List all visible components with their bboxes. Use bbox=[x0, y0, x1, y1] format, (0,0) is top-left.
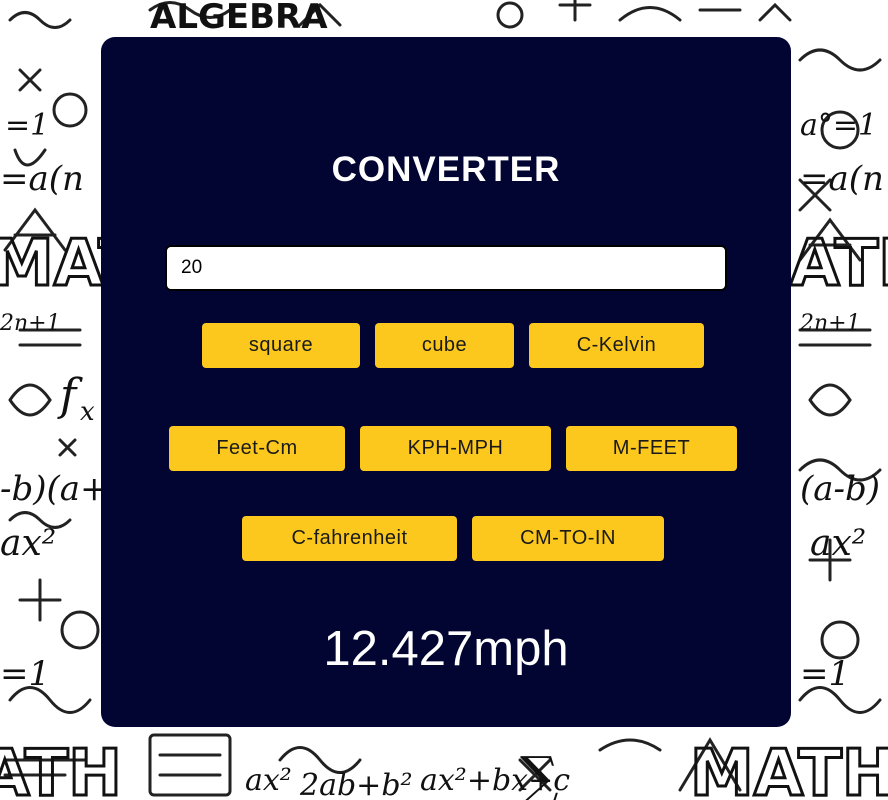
feet-cm-button[interactable]: Feet-Cm bbox=[169, 426, 345, 471]
svg-text:x: x bbox=[80, 397, 95, 427]
svg-text:MATH: MATH bbox=[690, 737, 888, 800]
svg-text:=1: =1 bbox=[800, 654, 850, 694]
svg-text:2n+1: 2n+1 bbox=[799, 311, 861, 336]
square-button[interactable]: square bbox=[202, 323, 360, 368]
svg-text:=1: =1 bbox=[0, 654, 50, 694]
converter-card: CONVERTER square cube C-Kelvin Feet-Cm K… bbox=[101, 37, 791, 727]
value-input[interactable] bbox=[165, 245, 727, 291]
svg-text:2ab+b²: 2ab+b² bbox=[299, 768, 413, 800]
c-kelvin-button[interactable]: C-Kelvin bbox=[529, 323, 704, 368]
svg-text:ATH: ATH bbox=[790, 227, 888, 301]
svg-text:a°=1: a°=1 bbox=[800, 108, 877, 143]
page-title: CONVERTER bbox=[331, 150, 561, 189]
svg-text:2n+1: 2n+1 bbox=[0, 311, 61, 336]
svg-text:∑: ∑ bbox=[520, 745, 559, 800]
svg-text:=a(n: =a(n bbox=[800, 159, 884, 199]
svg-text:=1: =1 bbox=[5, 108, 49, 143]
c-fahrenheit-button[interactable]: C-fahrenheit bbox=[242, 516, 457, 561]
m-feet-button[interactable]: M-FEET bbox=[566, 426, 737, 471]
svg-text:ax²: ax² bbox=[810, 523, 866, 564]
cube-button[interactable]: cube bbox=[375, 323, 514, 368]
svg-text:ax²: ax² bbox=[0, 523, 56, 564]
svg-text:(a-b): (a-b) bbox=[800, 469, 880, 509]
bg-text-algebra: ALGEBRA bbox=[150, 0, 328, 37]
svg-text:=a(n: =a(n bbox=[0, 159, 84, 199]
svg-text:-b)(a+: -b)(a+ bbox=[0, 469, 109, 509]
svg-text:ATH: ATH bbox=[0, 737, 122, 800]
svg-text:ax²: ax² bbox=[245, 763, 292, 798]
cm-to-in-button[interactable]: CM-TO-IN bbox=[472, 516, 664, 561]
kph-mph-button[interactable]: KPH-MPH bbox=[360, 426, 551, 471]
conversion-result: 12.427mph bbox=[323, 622, 569, 676]
